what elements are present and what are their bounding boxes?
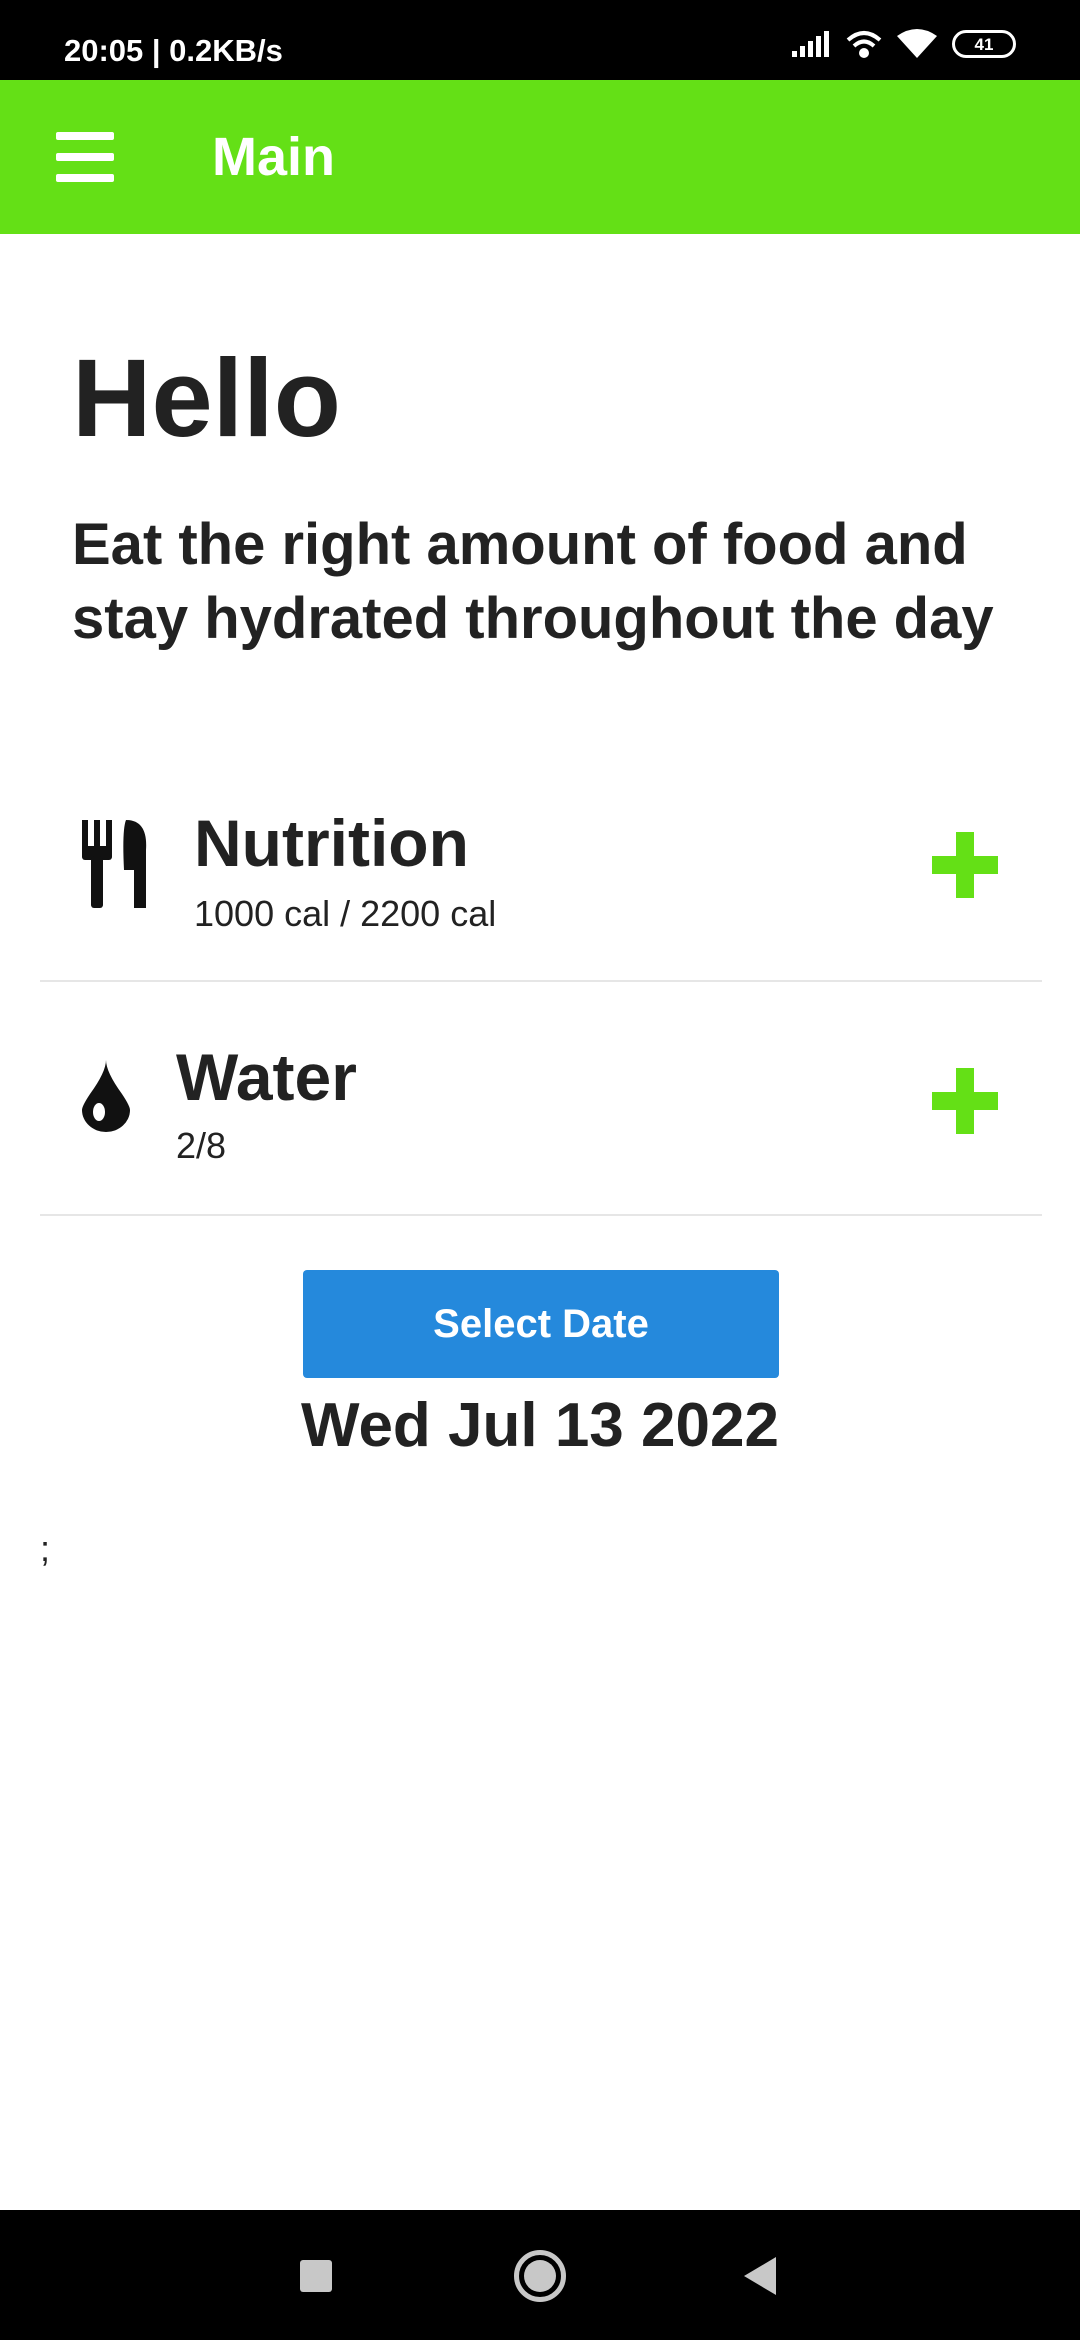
- battery-icon: 41: [952, 30, 1016, 58]
- add-nutrition-button[interactable]: [932, 832, 998, 898]
- wifi-calling-icon: [846, 31, 882, 58]
- system-nav-bar: [0, 2210, 1080, 2340]
- water-title: Water: [176, 1040, 357, 1114]
- battery-level: 41: [974, 34, 994, 54]
- nutrition-value: 1000 cal / 2200 cal: [194, 893, 497, 934]
- selected-date: Wed Jul 13 2022: [301, 1391, 779, 1460]
- back-triangle-icon[interactable]: [744, 2257, 776, 2295]
- water-drop-icon: [82, 1060, 130, 1132]
- wifi-icon: [897, 29, 937, 58]
- page-title: Main: [212, 127, 336, 187]
- status-icons: 41: [792, 28, 1016, 60]
- water-row: Water 2/8: [40, 982, 1042, 1216]
- nutrition-title: Nutrition: [194, 806, 469, 880]
- hamburger-menu-icon[interactable]: [56, 132, 114, 182]
- signal-icon: [792, 31, 829, 57]
- status-time-speed: 20:05 | 0.2KB/s: [64, 33, 283, 68]
- water-value: 2/8: [176, 1125, 227, 1166]
- add-water-button[interactable]: [932, 1068, 998, 1134]
- status-bar: 20:05 | 0.2KB/s 41: [0, 0, 1080, 80]
- greeting-heading: Hello: [72, 337, 341, 460]
- cutlery-icon: [82, 820, 147, 908]
- stray-text: ;: [40, 1528, 51, 1569]
- home-circle-icon[interactable]: [514, 2250, 566, 2302]
- app-bar: Main: [0, 80, 1080, 234]
- recents-square-icon[interactable]: [300, 2260, 332, 2292]
- nutrition-row: Nutrition 1000 cal / 2200 cal: [40, 768, 1042, 982]
- select-date-button[interactable]: Select Date: [303, 1270, 779, 1378]
- subtitle-text: Eat the right amount of food and stay hy…: [72, 512, 994, 651]
